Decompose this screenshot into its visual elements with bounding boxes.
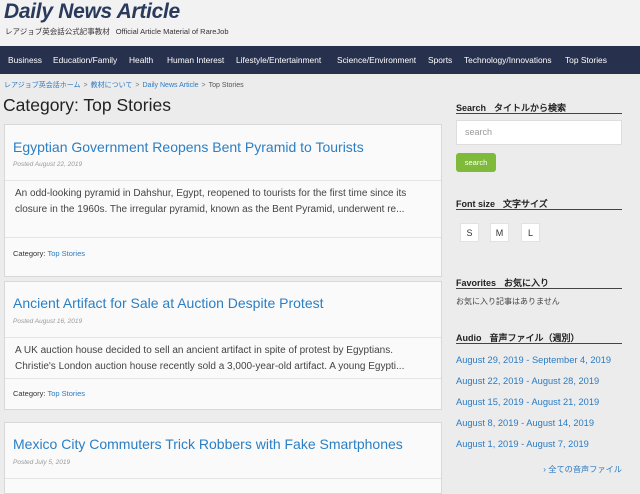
divider <box>5 180 441 181</box>
search-input[interactable]: search <box>456 120 622 145</box>
breadcrumb: レアジョブ英会話ホーム > 教材について > Daily News Article > To… <box>4 80 244 90</box>
divider <box>5 478 441 479</box>
article-date: Posted August 22, 2019 <box>13 161 83 168</box>
article-card: Mexico City Commuters Trick Robbers with… <box>4 422 442 494</box>
font-size-medium-button[interactable]: M <box>490 223 509 242</box>
search-button[interactable]: search <box>456 153 496 172</box>
nav-item-education-family[interactable]: Education/Family <box>53 55 117 65</box>
article-category: Category: Top Stories <box>13 249 85 258</box>
article-date: Posted July 5, 2019 <box>13 459 71 466</box>
main-nav: Business Education/Family Health Human I… <box>0 46 640 74</box>
fontsize-heading-en: Font size <box>456 199 496 209</box>
divider <box>5 337 441 338</box>
font-size-large-button[interactable]: L <box>521 223 540 242</box>
all-audio-files-link[interactable]: › 全ての音声ファイル <box>543 463 622 475</box>
audio-heading-en: Audio <box>456 333 482 343</box>
category-label: Category: <box>13 249 46 258</box>
breadcrumb-separator: > <box>83 82 88 89</box>
favorites-heading-en: Favorites <box>456 278 497 288</box>
article-title[interactable]: Ancient Artifact for Sale at Auction Des… <box>13 295 324 311</box>
fontsize-heading-jp: 文字サイズ <box>503 199 548 209</box>
site-subtitle-jp: レアジョブ英会話公式記事教材 <box>5 27 110 36</box>
divider <box>456 343 622 344</box>
audio-heading-jp: 音声ファイル（週別） <box>489 333 580 343</box>
article-card: Egyptian Government Reopens Bent Pyramid… <box>4 124 442 277</box>
breadcrumb-separator: > <box>201 82 206 89</box>
category-link[interactable]: Top Stories <box>47 249 85 258</box>
audio-week-link[interactable]: August 1, 2019 - August 7, 2019 <box>456 439 589 449</box>
favorites-empty-text: お気に入り記事はありません <box>456 297 560 306</box>
site-subtitle: レアジョブ英会話公式記事教材 Official Article Material … <box>5 26 229 37</box>
breadcrumb-materials[interactable]: 教材について <box>91 82 133 89</box>
audio-week-link[interactable]: August 15, 2019 - August 21, 2019 <box>456 397 599 407</box>
divider <box>5 378 441 379</box>
nav-item-science-environment[interactable]: Science/Environment <box>337 55 416 65</box>
audio-week-link[interactable]: August 22, 2019 - August 28, 2019 <box>456 376 599 386</box>
nav-item-lifestyle-entertainment[interactable]: Lifestyle/Entertainment <box>236 55 321 65</box>
article-date: Posted August 16, 2019 <box>13 318 83 325</box>
article-excerpt: A UK auction house decided to sell an an… <box>15 345 405 372</box>
article-title[interactable]: Egyptian Government Reopens Bent Pyramid… <box>13 139 364 155</box>
site-header: Daily News Article レアジョブ英会話公式記事教材 Officia… <box>0 0 640 46</box>
breadcrumb-current: Top Stories <box>208 82 244 89</box>
search-heading-jp: タイトルから検索 <box>494 103 567 113</box>
nav-item-sports[interactable]: Sports <box>428 55 452 65</box>
search-heading-en: Search <box>456 103 487 113</box>
audio-week-link[interactable]: August 8, 2019 - August 14, 2019 <box>456 418 594 428</box>
category-label: Category: <box>13 389 46 398</box>
font-size-small-button[interactable]: S <box>460 223 479 242</box>
breadcrumb-dna[interactable]: Daily News Article <box>143 82 199 89</box>
nav-item-health[interactable]: Health <box>129 55 153 65</box>
divider <box>456 113 622 114</box>
article-category: Category: Top Stories <box>13 389 85 398</box>
article-excerpt: An odd-looking pyramid in Dahshur, Egypt… <box>15 188 407 215</box>
site-title[interactable]: Daily News Article <box>4 0 180 24</box>
nav-item-technology-innovations[interactable]: Technology/Innovations <box>464 55 552 65</box>
site-subtitle-en: Official Article Material of RareJob <box>115 27 229 36</box>
category-link[interactable]: Top Stories <box>47 389 85 398</box>
article-title[interactable]: Mexico City Commuters Trick Robbers with… <box>13 436 403 452</box>
divider <box>456 209 622 210</box>
nav-item-human-interest[interactable]: Human Interest <box>167 55 224 65</box>
favorites-heading-jp: お気に入り <box>504 278 550 288</box>
nav-item-top-stories[interactable]: Top Stories <box>565 55 607 65</box>
breadcrumb-separator: > <box>135 82 140 89</box>
breadcrumb-home[interactable]: レアジョブ英会話ホーム <box>4 82 81 89</box>
divider <box>5 237 441 238</box>
audio-week-link[interactable]: August 29, 2019 - September 4, 2019 <box>456 355 611 365</box>
page-title: Category: Top Stories <box>3 95 171 115</box>
divider <box>456 288 622 289</box>
nav-item-business[interactable]: Business <box>8 55 42 65</box>
article-card: Ancient Artifact for Sale at Auction Des… <box>4 281 442 410</box>
